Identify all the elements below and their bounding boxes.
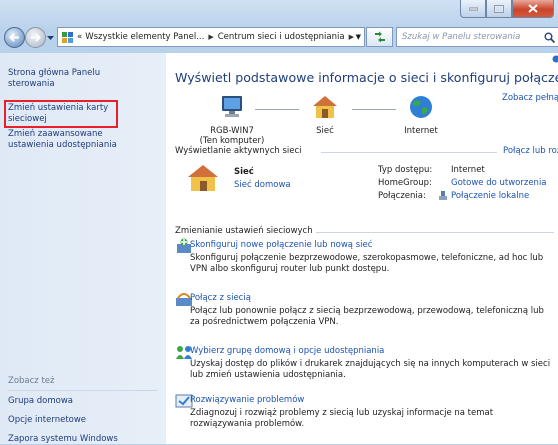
help-icon[interactable] — [552, 55, 558, 63]
control-panel-home-link[interactable]: Strona główna Panelu sterowania — [8, 68, 143, 90]
access-type-value: Internet — [451, 165, 485, 175]
divider — [8, 390, 158, 391]
maximize-button[interactable] — [486, 0, 512, 18]
minimize-icon — [469, 7, 478, 11]
window-controls — [460, 0, 554, 18]
change-adapter-settings-link[interactable]: Zmień ustawienia karty sieciowej — [4, 100, 118, 128]
breadcrumb-all-items[interactable]: Wszystkie elementy Panel... — [85, 32, 204, 42]
search-icon[interactable] — [544, 32, 555, 43]
see-also-firewall-link[interactable]: Zapora systemu Windows — [8, 434, 118, 445]
see-also-homegroup-link[interactable]: Grupa domowa — [8, 396, 73, 407]
map-connector — [255, 109, 299, 110]
setup-connection-desc: Skonfiguruj połączenie bezprzewodowe, sz… — [190, 253, 554, 275]
address-bar[interactable]: « Wszystkie elementy Panel... ▶ Centrum … — [57, 27, 365, 47]
breadcrumb-network-center[interactable]: Centrum sieci i udostępniania — [218, 32, 345, 42]
back-button[interactable] — [4, 27, 25, 48]
homegroup-options-link[interactable]: Wybierz grupę domową i opcje udostępnian… — [190, 346, 384, 356]
homegroup-label: HomeGroup: — [378, 178, 432, 188]
refresh-button[interactable] — [366, 27, 393, 47]
refresh-icon — [373, 31, 387, 43]
see-also-internet-options-link[interactable]: Opcje internetowe — [8, 415, 86, 426]
divider — [316, 232, 554, 233]
recent-pages-dropdown[interactable] — [46, 33, 54, 43]
network-adapter-icon — [439, 191, 447, 201]
page-title: Wyświetl podstawowe informacje o sieci i… — [175, 70, 558, 85]
connect-to-network-desc: Połącz lub ponownie połącz z siecią bezp… — [190, 306, 554, 328]
connect-disconnect-link[interactable]: Połącz lub rozłącz — [503, 146, 558, 156]
home-network-icon — [187, 163, 219, 193]
connections-label: Połączenia: — [378, 191, 426, 201]
internet-map-label: Internet — [381, 126, 461, 136]
maximize-icon — [494, 5, 504, 13]
control-panel-icon — [61, 31, 75, 44]
home-network-icon — [311, 94, 339, 120]
computer-sub: (Ten komputer) — [192, 136, 272, 146]
divider — [321, 152, 497, 153]
task-pane: Strona główna Panelu sterowania Zmień us… — [0, 53, 166, 444]
back-arrow-icon — [9, 33, 20, 42]
minimize-button[interactable] — [460, 0, 486, 18]
main-content: Wyświetl podstawowe informacje o sieci i… — [166, 53, 558, 444]
access-type-label: Typ dostępu: — [378, 165, 432, 175]
search-placeholder: Szukaj w Panelu sterowania — [402, 32, 520, 42]
computer-name: RGB-WIN7 — [192, 126, 272, 136]
navigation-bar: « Wszystkie elementy Panel... ▶ Centrum … — [0, 22, 558, 52]
forward-button[interactable] — [25, 27, 46, 48]
close-icon — [528, 4, 538, 13]
breadcrumb-overflow[interactable]: « — [77, 32, 82, 42]
troubleshoot-desc: Zdiagnozuj i rozwiąż problemy z siecią l… — [190, 408, 554, 430]
globe-icon — [409, 95, 433, 119]
homegroup-link[interactable]: Gotowe do utworzenia — [451, 178, 547, 188]
chevron-down-icon — [47, 36, 54, 40]
change-settings-heading: Zmienianie ustawień sieciowych — [175, 226, 313, 236]
forward-arrow-icon — [30, 33, 41, 42]
active-networks-heading: Wyświetlanie aktywnych sieci — [175, 146, 302, 156]
homegroup-options-desc: Uzyskaj dostęp do plików i drukarek znaj… — [190, 359, 554, 381]
breadcrumb-separator-icon[interactable]: ▶ — [349, 33, 354, 41]
computer-icon — [219, 95, 245, 119]
search-input[interactable]: Szukaj w Panelu sterowania — [396, 27, 558, 47]
active-network-name: Sieć — [234, 167, 254, 177]
map-connector — [352, 109, 396, 110]
network-type-link[interactable]: Sieć domowa — [234, 180, 291, 190]
local-connection-link[interactable]: Połączenie lokalne — [451, 191, 529, 201]
change-advanced-sharing-link[interactable]: Zmień zaawansowane ustawienia udostępnia… — [8, 129, 148, 151]
see-full-map-link[interactable]: Zobacz pełną mapę — [502, 93, 558, 103]
connect-to-network-link[interactable]: Połącz z siecią — [190, 293, 251, 303]
close-button[interactable] — [512, 0, 554, 18]
troubleshoot-link[interactable]: Rozwiązywanie problemów — [190, 395, 304, 405]
control-panel-window: « Wszystkie elementy Panel... ▶ Centrum … — [0, 0, 558, 444]
network-map-label: Sieć — [285, 126, 365, 136]
chevron-down-icon[interactable]: ▼ — [356, 33, 361, 41]
breadcrumb-separator-icon[interactable]: ▶ — [208, 33, 213, 41]
setup-connection-link[interactable]: Skonfiguruj nowe połączenie lub nową sie… — [190, 240, 372, 250]
see-also-heading: Zobacz też — [8, 376, 55, 386]
